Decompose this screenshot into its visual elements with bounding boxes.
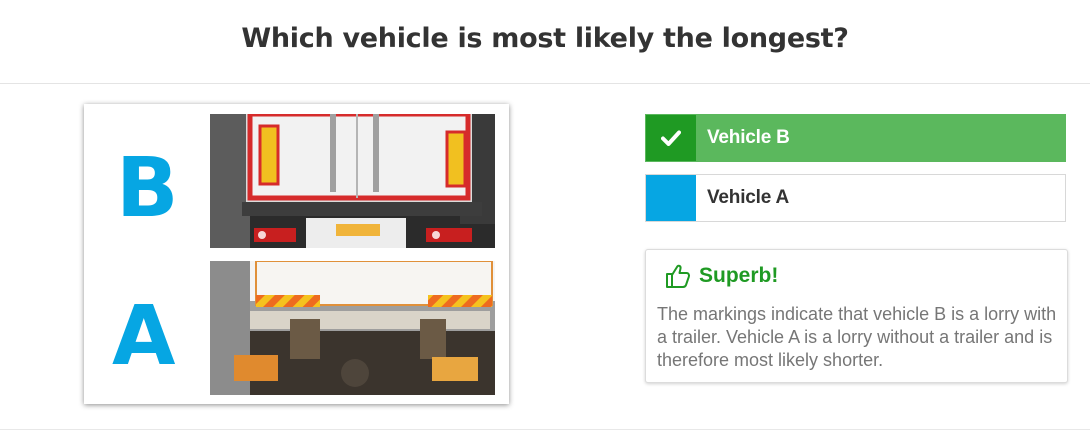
question-image: B A bbox=[84, 104, 509, 404]
feedback-panel: Superb! The markings indicate that vehic… bbox=[645, 249, 1068, 383]
question-header: Which vehicle is most likely the longest… bbox=[0, 0, 1090, 84]
answer-correct-marker bbox=[646, 115, 696, 161]
check-icon bbox=[661, 130, 681, 146]
answer-vehicle-a[interactable]: Vehicle A bbox=[645, 174, 1066, 222]
question-title: Which vehicle is most likely the longest… bbox=[241, 23, 849, 54]
feedback-header: Superb! bbox=[665, 263, 778, 289]
feedback-explanation: The markings indicate that vehicle B is … bbox=[657, 304, 1057, 370]
answer-label: Vehicle B bbox=[707, 127, 790, 148]
bottom-divider bbox=[0, 429, 1090, 430]
image-label-a: A bbox=[112, 289, 176, 384]
quiz-page: Which vehicle is most likely the longest… bbox=[0, 0, 1090, 448]
answer-vehicle-b[interactable]: Vehicle B bbox=[645, 114, 1066, 162]
vehicle-a-photo bbox=[210, 261, 495, 395]
feedback-title: Superb! bbox=[699, 264, 779, 287]
image-label-b: B bbox=[116, 141, 179, 236]
thumbs-up-icon bbox=[666, 264, 691, 288]
answer-marker bbox=[646, 175, 696, 221]
answer-label: Vehicle A bbox=[707, 187, 789, 208]
vehicle-b-photo bbox=[210, 114, 495, 248]
